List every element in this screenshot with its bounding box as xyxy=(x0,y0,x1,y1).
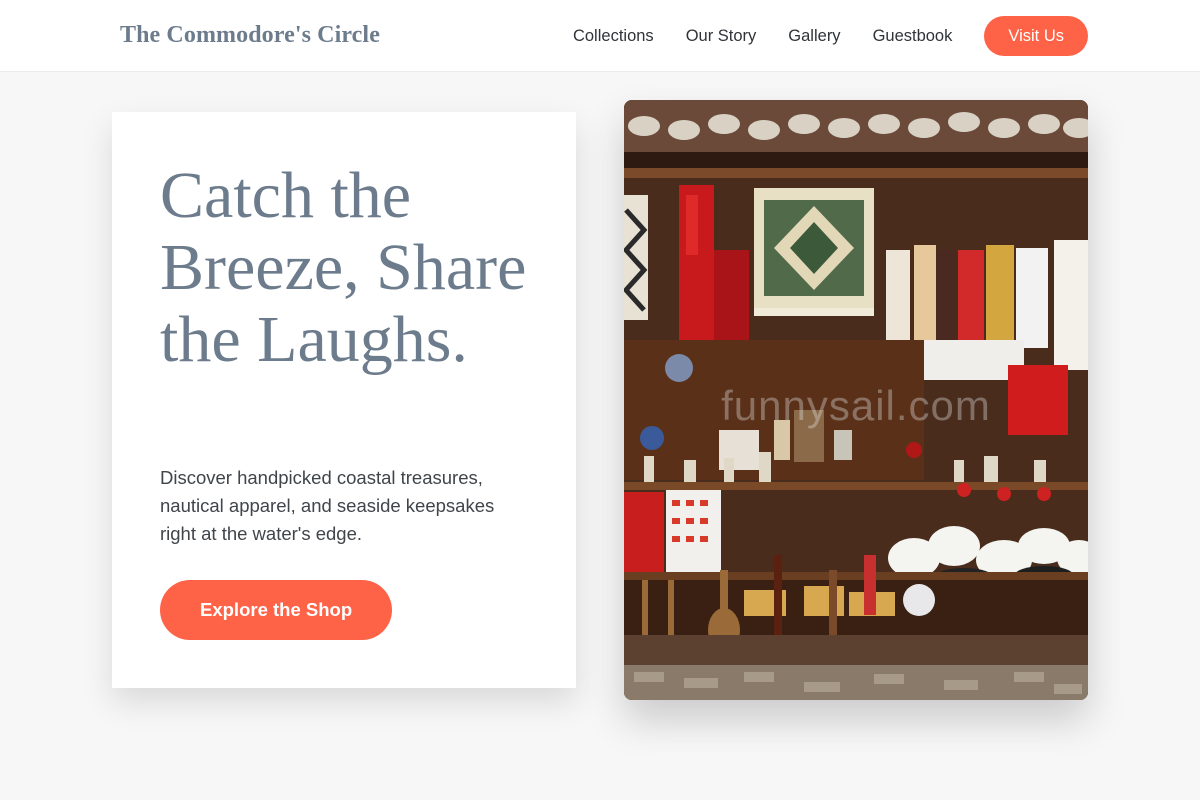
nav-collections[interactable]: Collections xyxy=(573,27,654,46)
site-header: The Commodore's Circle Collections Our S… xyxy=(0,0,1200,72)
explore-shop-button[interactable]: Explore the Shop xyxy=(160,580,393,640)
nav-guestbook[interactable]: Guestbook xyxy=(873,27,953,46)
nav-our-story[interactable]: Our Story xyxy=(686,27,757,46)
main-nav: Collections Our Story Gallery Guestbook … xyxy=(573,16,1088,56)
hero-card: Catch the Breeze, Share the Laughs. Disc… xyxy=(112,112,576,688)
image-watermark: funnysail.com xyxy=(721,382,991,429)
hero-headline: Catch the Breeze, Share the Laughs. xyxy=(160,159,527,376)
hero-subtext: Discover handpicked coastal treasures, n… xyxy=(160,467,495,544)
nav-gallery[interactable]: Gallery xyxy=(788,27,840,46)
visit-us-button[interactable]: Visit Us xyxy=(984,16,1088,56)
brand-logo[interactable]: The Commodore's Circle xyxy=(120,22,380,49)
hero-image: funnysail.com xyxy=(624,100,1088,700)
